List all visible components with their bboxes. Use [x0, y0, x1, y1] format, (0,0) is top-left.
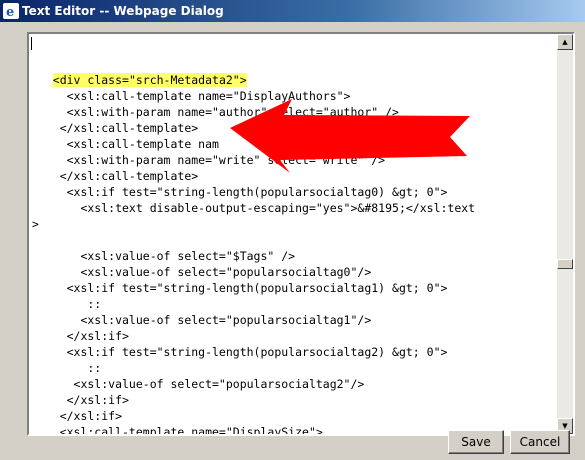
code-line: </xsl:if> — [32, 393, 129, 407]
code-editor[interactable]: <div class="srch-Metadata2"> <xsl:call-t… — [27, 32, 575, 436]
text-caret — [31, 37, 32, 50]
code-line: <xsl:call-template nam — [32, 137, 219, 151]
code-line: <div class="srch-Metadata2"> — [32, 72, 247, 88]
code-line: :: — [32, 361, 102, 375]
code-line: > — [32, 217, 39, 231]
code-line: <xsl:value-of select="popularsocialtag2"… — [32, 377, 365, 391]
code-line: </xsl:if> — [32, 329, 129, 343]
vertical-scrollbar[interactable]: ▲ ▼ — [557, 34, 573, 434]
code-line: </xsl:if> — [32, 409, 123, 423]
svg-text:e: e — [6, 5, 14, 18]
code-line: <xsl:call-template name="DisplayAuthors"… — [32, 89, 351, 103]
code-line: <xsl:call-template name="DisplaySize"> — [32, 425, 323, 434]
code-line: <xsl:text disable-output-escaping="yes">… — [32, 201, 476, 215]
scroll-up-arrow-icon[interactable]: ▲ — [557, 34, 573, 50]
highlighted-code: <div class="srch-Metadata2"> — [52, 73, 247, 87]
code-line: <xsl:value-of select="popularsocialtag0"… — [32, 265, 372, 279]
ie-icon: e — [3, 3, 19, 19]
cancel-button[interactable]: Cancel — [510, 430, 570, 454]
code-text-area[interactable]: <div class="srch-Metadata2"> <xsl:call-t… — [29, 34, 559, 434]
code-line: :: — [32, 297, 102, 311]
code-line: <xsl:if test="string-length(popularsocia… — [32, 281, 448, 295]
code-line: </xsl:call-template> — [32, 169, 199, 183]
code-line: <xsl:value-of select="$Tags" /> — [32, 249, 296, 263]
code-line: <xsl:value-of select="popularsocialtag1"… — [32, 313, 372, 327]
code-line: <xsl:with-param name="write" select="wri… — [32, 153, 386, 167]
save-button[interactable]: Save — [448, 430, 504, 454]
code-line: <xsl:if test="string-length(popularsocia… — [32, 345, 448, 359]
title-bar: e Text Editor -- Webpage Dialog — [0, 0, 585, 22]
code-line: </xsl:call-template> — [32, 121, 199, 135]
code-line: <xsl:with-param name="author" select="au… — [32, 105, 399, 119]
dialog-body: <div class="srch-Metadata2"> <xsl:call-t… — [0, 22, 585, 460]
scrollbar-thumb[interactable] — [557, 259, 573, 269]
code-line: <xsl:if test="string-length(popularsocia… — [32, 185, 448, 199]
window-title: Text Editor -- Webpage Dialog — [22, 4, 224, 18]
